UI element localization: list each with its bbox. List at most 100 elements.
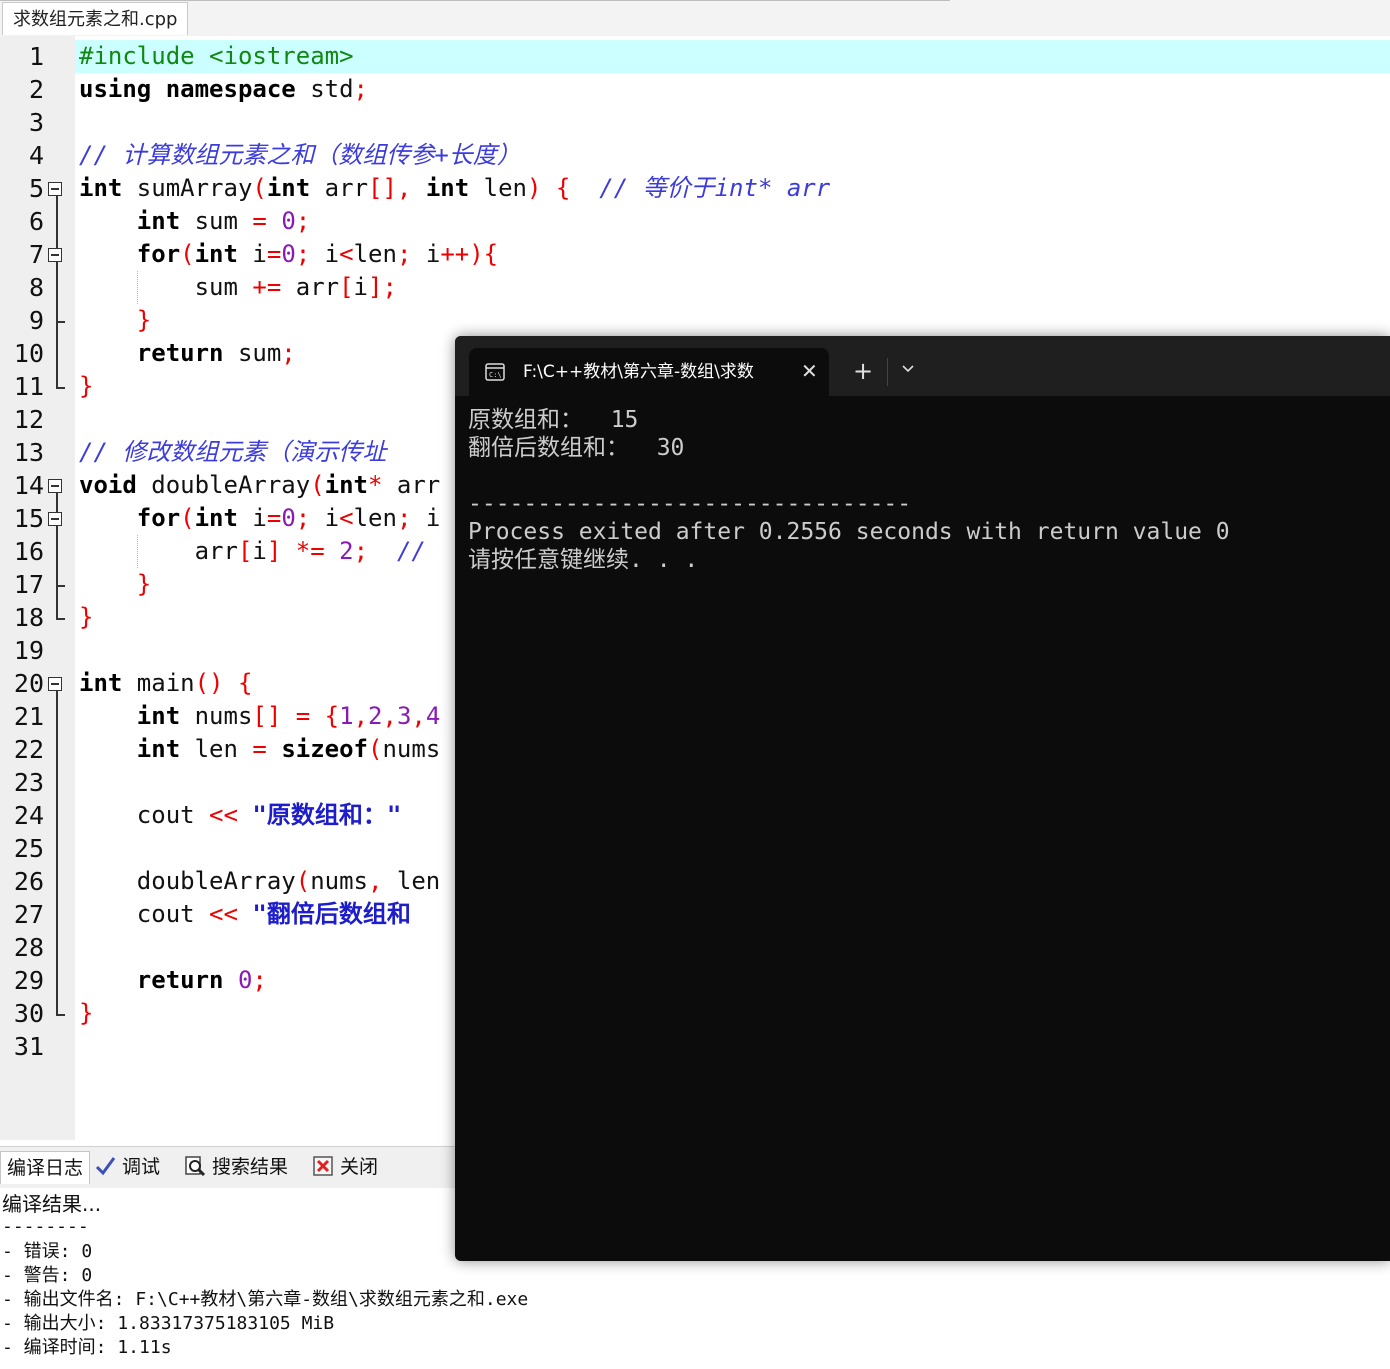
- line-number: 9: [28, 306, 44, 335]
- identifier: i: [310, 504, 340, 532]
- identifier: i: [237, 240, 267, 268]
- identifier: i: [252, 537, 267, 565]
- fold-end-marker: [56, 585, 65, 587]
- editor-tab-bar: 求数组元素之和.cpp: [0, 0, 1390, 37]
- identifier: nums: [382, 735, 441, 763]
- line-number: 1: [28, 42, 44, 71]
- line-number: 5: [28, 174, 44, 203]
- log-line: - 错误: 0: [2, 1241, 93, 1262]
- tab-close[interactable]: 关闭: [306, 1151, 384, 1184]
- identifier: len: [180, 735, 253, 763]
- code-line-20[interactable]: int main() {: [79, 667, 252, 700]
- code-line-8[interactable]: sum += arr[i];: [79, 271, 397, 304]
- code-line-17[interactable]: }: [79, 568, 151, 601]
- keyword: sizeof: [281, 735, 369, 763]
- line-number: 10: [13, 339, 44, 368]
- line-number: 26: [13, 867, 44, 896]
- log-line: --------: [2, 1216, 89, 1237]
- code-line-15[interactable]: for(int i=0; i<len; i: [79, 502, 441, 535]
- close-icon[interactable]: ✕: [801, 359, 818, 383]
- tab-label: 编译日志: [7, 1157, 84, 1179]
- code-line-1[interactable]: #include <iostream>: [79, 40, 354, 73]
- new-tab-icon[interactable]: +: [853, 358, 873, 384]
- tab-compile-log[interactable]: 编译日志: [0, 1151, 91, 1184]
- fold-toggle-icon[interactable]: [48, 248, 62, 262]
- keyword: int: [136, 702, 181, 730]
- code-line-4[interactable]: // 计算数组元素之和（数组传参+长度）: [79, 139, 521, 172]
- line-number: 4: [28, 141, 44, 170]
- fold-end-marker: [56, 321, 65, 323]
- code-line-6[interactable]: int sum = 0;: [79, 205, 310, 238]
- line-number: 12: [13, 405, 44, 434]
- editor-file-tab[interactable]: 求数组元素之和.cpp: [2, 2, 189, 35]
- fold-toggle-icon[interactable]: [48, 479, 62, 493]
- identifier: sum: [180, 207, 253, 235]
- log-line: - 警告: 0: [2, 1265, 93, 1286]
- identifier: len: [382, 867, 441, 895]
- identifier: nums: [310, 867, 368, 895]
- code-line-7[interactable]: for(int i=0; i<len; i++){: [79, 238, 498, 271]
- checkmark-icon: [95, 1156, 116, 1175]
- line-number: 11: [13, 372, 44, 401]
- chevron-down-icon[interactable]: [902, 364, 914, 374]
- keyword: return: [136, 966, 224, 994]
- line-number: 28: [13, 933, 44, 962]
- code-line-30[interactable]: }: [79, 997, 93, 1030]
- fold-toggle-icon[interactable]: [48, 512, 62, 526]
- code-line-14[interactable]: void doubleArray(int* arr: [79, 469, 440, 502]
- console-tab[interactable]: C:\ F:\C++教材\第六章-数组\求数 ✕: [469, 348, 829, 396]
- console-window[interactable]: C:\ F:\C++教材\第六章-数组\求数 ✕ + 原数组和： 15 翻倍后数…: [455, 336, 1390, 1261]
- code-line-27[interactable]: cout << "翻倍后数组和: [79, 898, 411, 931]
- string-literal: "翻倍后数组和: [252, 900, 411, 928]
- code-line-13[interactable]: // 修改数组元素（演示传址: [79, 436, 386, 469]
- number-literal: 0: [281, 504, 296, 532]
- code-line-11[interactable]: }: [79, 370, 93, 403]
- terminal-icon: C:\: [485, 363, 505, 381]
- line-number: 2: [28, 75, 44, 104]
- code-line-24[interactable]: cout << "原数组和：": [79, 799, 402, 832]
- console-line: 原数组和： 15: [468, 407, 639, 433]
- function-name: doubleArray: [136, 867, 296, 895]
- identifier: arr: [310, 174, 369, 202]
- identifier: sum: [194, 273, 253, 301]
- tab-debug[interactable]: 调试: [88, 1151, 166, 1184]
- code-comment: // 等价于int* arr: [599, 174, 831, 202]
- keyword: int: [324, 471, 368, 499]
- keyword: for: [136, 504, 181, 532]
- code-line-26[interactable]: doubleArray(nums, len: [79, 865, 440, 898]
- identifier: sum: [223, 339, 282, 367]
- console-title-bar[interactable]: C:\ F:\C++教材\第六章-数组\求数 ✕ +: [455, 336, 1390, 396]
- fold-end-marker: [56, 1014, 65, 1016]
- string-literal: "原数组和：": [252, 801, 402, 829]
- code-line-18[interactable]: }: [79, 601, 93, 634]
- console-line: --------------------------------: [468, 491, 912, 517]
- function-name: sumArray: [122, 174, 253, 202]
- code-line-16[interactable]: arr[i] *= 2; //: [79, 535, 426, 568]
- code-line-22[interactable]: int len = sizeof(nums: [79, 733, 440, 766]
- tab-search-results[interactable]: 搜索结果: [178, 1151, 294, 1184]
- code-line-21[interactable]: int nums[] = {1,2,3,4: [79, 700, 441, 733]
- identifier: i: [411, 240, 441, 268]
- identifier: i: [310, 240, 340, 268]
- line-number: 27: [13, 900, 44, 929]
- code-line-9[interactable]: }: [79, 304, 151, 337]
- code-line-29[interactable]: return 0;: [79, 964, 267, 997]
- title-separator: [887, 358, 888, 386]
- identifier: std: [295, 75, 354, 103]
- keyword: int: [79, 669, 123, 697]
- log-line: - 编译时间: 1.11s: [2, 1337, 172, 1358]
- code-line-2[interactable]: using namespace std;: [79, 73, 368, 106]
- line-number: 6: [28, 207, 44, 236]
- code-line-5[interactable]: int sumArray(int arr[], int len) { // 等价…: [79, 172, 830, 205]
- console-line: 请按任意键继续. . .: [468, 547, 699, 573]
- line-number: 21: [13, 702, 44, 731]
- identifier: i: [237, 504, 267, 532]
- code-line-10[interactable]: return sum;: [79, 337, 296, 370]
- number-literal: 1: [339, 702, 354, 730]
- fold-toggle-icon[interactable]: [48, 677, 62, 691]
- line-number: 7: [28, 240, 44, 269]
- identifier: nums: [180, 702, 253, 730]
- console-line: 翻倍后数组和： 30: [468, 435, 685, 461]
- identifier: i: [411, 504, 441, 532]
- fold-toggle-icon[interactable]: [48, 182, 62, 196]
